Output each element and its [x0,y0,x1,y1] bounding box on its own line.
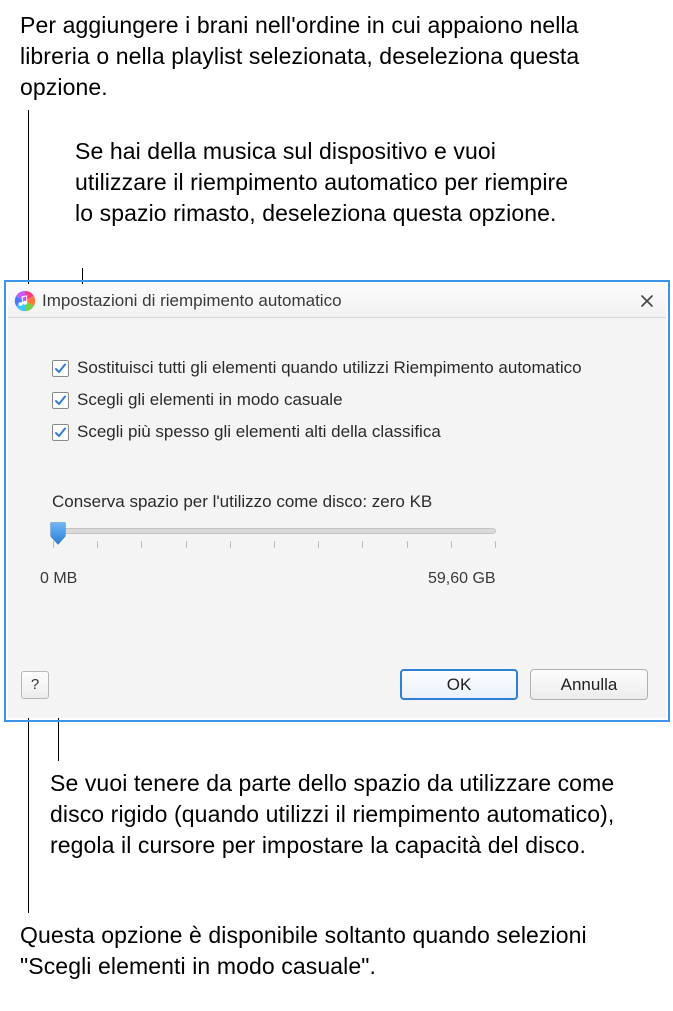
checkbox-label: Scegli gli elementi in modo casuale [77,390,343,410]
callout-reserve-space: Se vuoi tenere da parte dello spazio da … [50,768,630,861]
dialog-window: Impostazioni di riempimento automatico [4,280,670,722]
button-label: OK [447,675,472,695]
checkbox-random[interactable]: Scegli gli elementi in modo casuale [52,390,343,410]
close-icon [640,294,654,308]
reserve-value: zero KB [372,492,432,511]
checkmark-icon [54,362,67,375]
checkbox-label: Scegli più spesso gli elementi alti dell… [77,422,441,442]
slider-track [52,528,496,534]
cancel-button[interactable]: Annulla [530,669,648,700]
checkbox-box [52,360,69,377]
reserve-space-label: Conserva spazio per l'utilizzo come disc… [52,492,432,512]
checkbox-replace-all[interactable]: Sostituisci tutti gli elementi quando ut… [52,358,582,378]
itunes-icon [14,290,36,312]
slider-min-label: 0 MB [40,570,77,588]
checkbox-box [52,424,69,441]
checkmark-icon [54,394,67,407]
checkbox-box [52,392,69,409]
checkmark-icon [54,426,67,439]
callout-random-order: Per aggiungere i brani nell'ordine in cu… [20,10,580,103]
checkbox-label: Sostituisci tutti gli elementi quando ut… [77,358,582,378]
callout-higher-rated: Questa opzione è disponibile soltanto qu… [20,920,640,982]
titlebar: Impostazioni di riempimento automatico [8,284,666,318]
checkbox-higher-rated[interactable]: Scegli più spesso gli elementi alti dell… [52,422,441,442]
help-button[interactable]: ? [21,671,49,699]
slider-thumb[interactable] [49,522,67,546]
reserve-space-slider[interactable] [52,528,496,534]
dialog-title: Impostazioni di riempimento automatico [42,291,636,311]
ok-button[interactable]: OK [400,669,518,700]
callout-replace-all: Se hai della musica sul dispositivo e vu… [75,136,575,229]
reserve-prefix: Conserva spazio per l'utilizzo come disc… [52,492,372,511]
slider-thumb-icon [49,522,67,546]
help-icon: ? [31,676,39,693]
close-button[interactable] [636,290,658,312]
slider-max-label: 59,60 GB [428,570,496,588]
button-label: Annulla [561,675,618,695]
